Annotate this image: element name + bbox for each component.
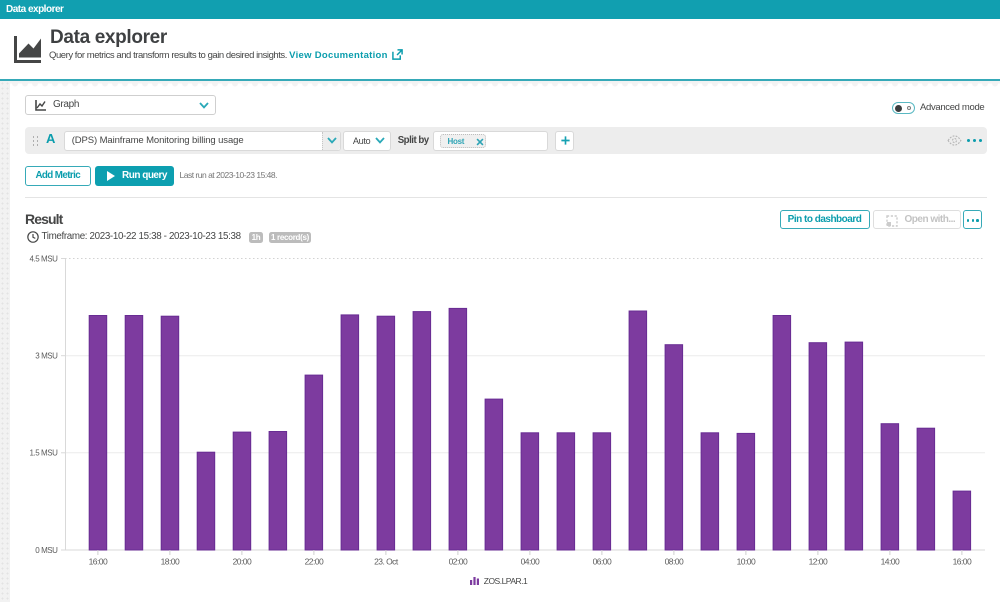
svg-text:10:00: 10:00	[737, 557, 756, 567]
svg-text:23. Oct: 23. Oct	[374, 557, 399, 567]
svg-text:14:00: 14:00	[881, 557, 900, 567]
svg-text:12:00: 12:00	[809, 557, 828, 567]
svg-text:04:00: 04:00	[521, 557, 540, 567]
svg-text:3 MSU: 3 MSU	[35, 352, 58, 361]
svg-text:0 MSU: 0 MSU	[35, 546, 58, 555]
svg-text:16:00: 16:00	[89, 557, 108, 567]
svg-text:02:00: 02:00	[449, 557, 468, 567]
svg-text:08:00: 08:00	[665, 557, 684, 567]
svg-text:20:00: 20:00	[233, 557, 252, 567]
svg-text:18:00: 18:00	[161, 557, 180, 567]
svg-text:1.5 MSU: 1.5 MSU	[30, 449, 59, 458]
svg-text:4.5 MSU: 4.5 MSU	[30, 254, 59, 263]
svg-text:22:00: 22:00	[305, 557, 324, 567]
svg-text:16:00: 16:00	[953, 557, 972, 567]
svg-text:06:00: 06:00	[593, 557, 612, 567]
